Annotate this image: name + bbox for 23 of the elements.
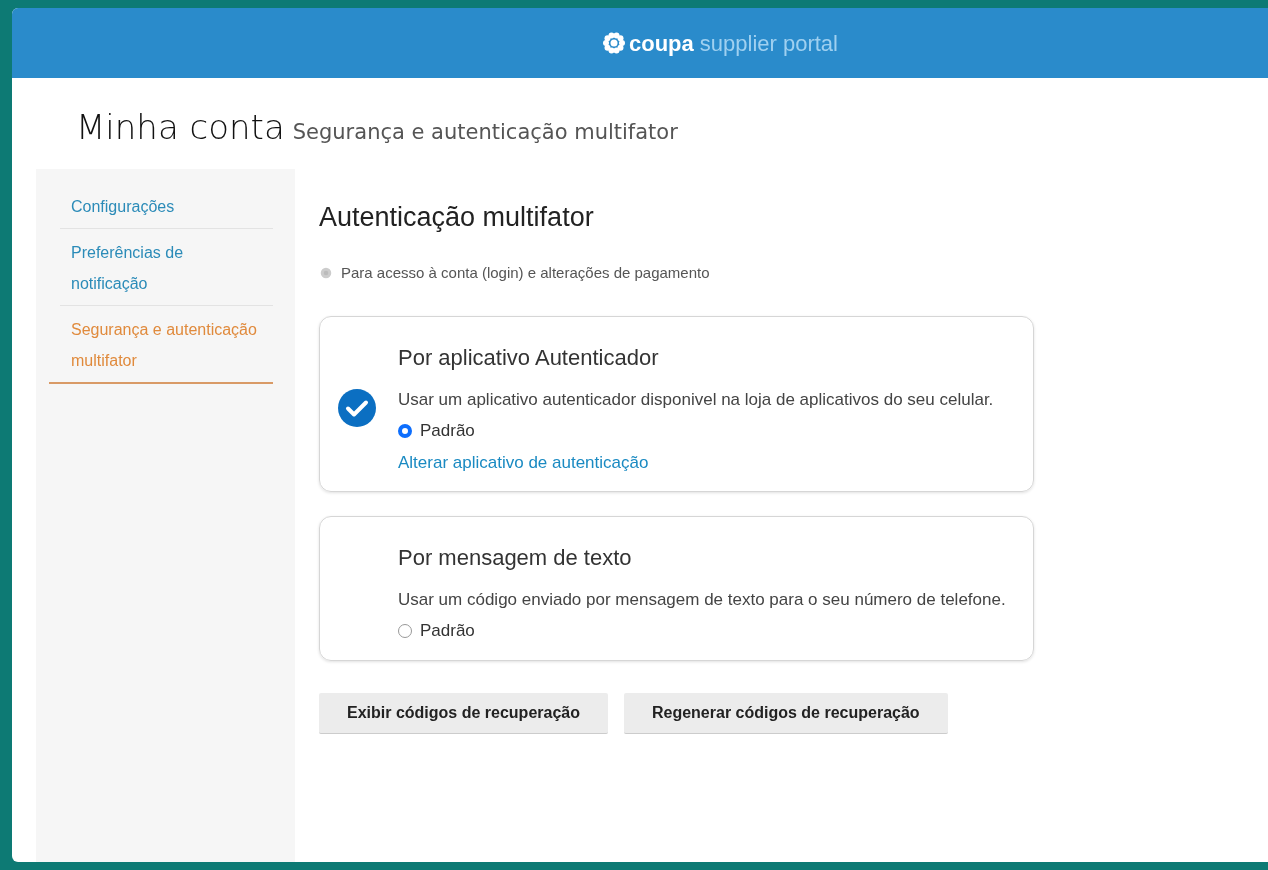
method-card[interactable]: Por aplicativo Autenticador Usar um aplicativo autenticador disponivel na loja de aplicativos do seu celular. Padrão Alterar aplicativo de autenticação [319,316,1034,492]
radio-button[interactable] [398,423,412,438]
page-title: Minha conta [76,107,285,147]
product-name: supplier portal [699,29,838,58]
radio-button[interactable] [398,623,412,638]
method-description: Usar um aplicativo autenticador disponivel na loja de aplicativos do seu celular. [398,389,995,411]
brand-name: coupa [629,29,694,58]
radio-label: Padrão [420,420,475,442]
method-card[interactable]: Por mensagem de texto Usar um código enviado por mensagem de texto para o seu número de telefone. Padrão [319,516,1034,661]
logo-icon [602,31,626,55]
page-subtitle: Segurança e autenticação multifator [292,120,678,144]
check-icon [338,389,376,427]
scope-label: Para acesso à conta (login) e alterações de pagamento [341,262,710,283]
sidebar-link[interactable]: Configurações [60,183,273,229]
sidebar-link[interactable]: Preferências de notificação [60,229,273,306]
method-title: Por mensagem de texto [398,544,633,572]
method-description: Usar um código enviado por mensagem de texto para o seu número de telefone. [398,589,1007,611]
recovery-codes-button[interactable]: Regenerar códigos de recuperação [623,692,948,734]
section-title: Autenticação multifator [319,201,595,234]
recovery-codes-button[interactable]: Exibir códigos de recuperação [319,692,608,734]
method-title: Por aplicativo Autenticador [398,344,660,372]
radio-label: Padrão [420,620,475,642]
change-app-link[interactable]: Alterar aplicativo de autenticação [398,449,649,475]
